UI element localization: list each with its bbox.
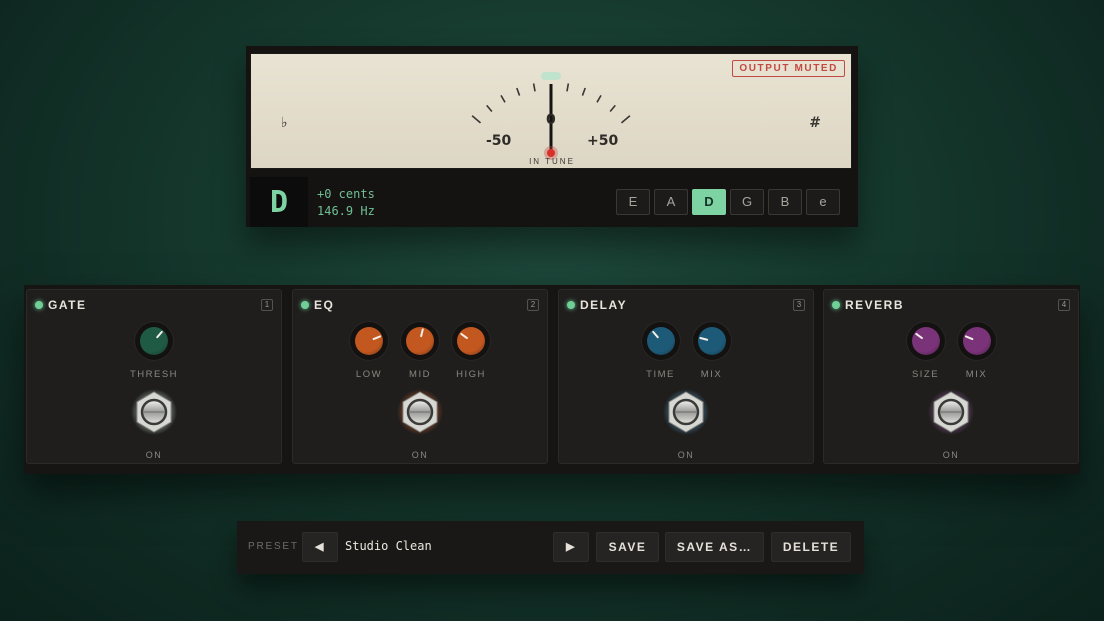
scale-tick — [609, 104, 616, 113]
preset-label: PRESET — [248, 541, 299, 552]
knob-size[interactable] — [905, 321, 946, 361]
knob-cap — [911, 327, 940, 355]
pedal-name: REVERB — [845, 298, 905, 312]
scale-tick — [596, 94, 602, 103]
knob-cap — [355, 327, 383, 355]
pedal-slot-number: 2 — [527, 299, 539, 311]
pedal-slot-number: 3 — [793, 299, 805, 311]
pedal-status-led — [832, 301, 840, 309]
knob-thresh[interactable] — [134, 321, 174, 361]
knob-mid[interactable] — [400, 321, 440, 361]
string-button-B[interactable]: B — [768, 189, 802, 215]
knob-mix[interactable] — [691, 321, 732, 361]
flat-icon: ♭ — [281, 115, 288, 131]
knob-cap — [646, 327, 675, 355]
pedal-delay: DELAY 3 TIME MIX ON — [558, 289, 814, 464]
pedal-name: GATE — [48, 298, 87, 312]
preset-name: Studio Clean — [345, 539, 432, 553]
pedal-eq: EQ 2 LOW MID HIGH ON — [292, 289, 548, 464]
string-button-e[interactable]: e — [806, 189, 840, 215]
knob-label: MIX — [700, 369, 723, 380]
scale-tick — [566, 83, 570, 92]
scale-tick — [486, 104, 493, 113]
scale-tick — [471, 115, 482, 124]
scale-label-zero: 0 — [546, 112, 556, 128]
string-button-A[interactable]: A — [654, 189, 688, 215]
cents-readout: +0 cents — [317, 187, 375, 201]
scale-tick — [500, 94, 506, 103]
frequency-readout: 146.9 Hz — [317, 204, 375, 218]
string-button-D[interactable]: D — [692, 189, 726, 215]
footswitch-button[interactable] — [131, 388, 177, 436]
pedal-name: EQ — [314, 298, 335, 312]
knob-cap — [697, 327, 726, 355]
pedal-name: DELAY — [580, 298, 628, 312]
scale-label-minus: -50 — [486, 133, 512, 149]
footswitch-button[interactable] — [397, 388, 443, 436]
knob-label: THRESH — [129, 369, 179, 380]
footswitch-button[interactable] — [663, 388, 709, 436]
scale-tick — [532, 83, 536, 92]
scale-tick — [516, 87, 521, 96]
knob-mix[interactable] — [956, 321, 997, 361]
knob-label: HIGH — [456, 369, 486, 380]
knob-cap — [962, 327, 991, 355]
pedal-gate: GATE 1 THRESH ON — [26, 289, 282, 464]
scale-label-plus: +50 — [587, 133, 619, 149]
pedal-status-led — [567, 301, 575, 309]
preset-bar: PRESET ◀ Studio Clean ▶ SAVE SAVE AS… DE… — [237, 521, 864, 574]
tuner-panel: OUTPUT MUTED ♭ # -50 0 +50 IN TUNE D +0 … — [246, 46, 858, 227]
knob-cap — [140, 327, 168, 355]
sharp-icon: # — [809, 115, 821, 131]
previous-preset-button[interactable]: ◀ — [302, 532, 338, 562]
knob-high[interactable] — [451, 321, 491, 361]
pedal-state-label: ON — [677, 450, 695, 460]
scale-tick — [581, 87, 586, 96]
pedal-state-label: ON — [145, 450, 163, 460]
string-button-G[interactable]: G — [730, 189, 764, 215]
output-muted-badge: OUTPUT MUTED — [732, 60, 845, 77]
scale-tick — [620, 115, 631, 124]
knob-cap — [457, 327, 485, 355]
in-tune-label: IN TUNE — [529, 157, 575, 166]
pedal-status-led — [301, 301, 309, 309]
string-selector: EADGBe — [616, 189, 840, 215]
save-as-button[interactable]: SAVE AS… — [665, 532, 764, 562]
knob-low[interactable] — [349, 321, 389, 361]
footswitch-button[interactable] — [928, 388, 974, 436]
next-preset-button[interactable]: ▶ — [553, 532, 589, 562]
tuner-meter: OUTPUT MUTED ♭ # -50 0 +50 IN TUNE — [250, 53, 852, 169]
pedal-slot-number: 4 — [1058, 299, 1070, 311]
save-button[interactable]: SAVE — [596, 532, 659, 562]
in-tune-marker — [541, 72, 561, 80]
pedal-state-label: ON — [411, 450, 429, 460]
pedal-slot-number: 1 — [261, 299, 273, 311]
detected-note: D — [250, 177, 308, 227]
string-button-E[interactable]: E — [616, 189, 650, 215]
pedal-state-label: ON — [942, 450, 960, 460]
pedalboard: GATE 1 THRESH ON EQ 2 LOW MID HIGH ON DELAY 3 TIME MI… — [24, 285, 1080, 474]
pedal-status-led — [35, 301, 43, 309]
needle-pivot — [547, 149, 555, 157]
knob-time[interactable] — [640, 321, 681, 361]
knob-cap — [406, 327, 434, 355]
pedal-reverb: REVERB 4 SIZE MIX ON — [823, 289, 1079, 464]
knob-label: MIX — [965, 369, 988, 380]
delete-button[interactable]: DELETE — [771, 532, 851, 562]
